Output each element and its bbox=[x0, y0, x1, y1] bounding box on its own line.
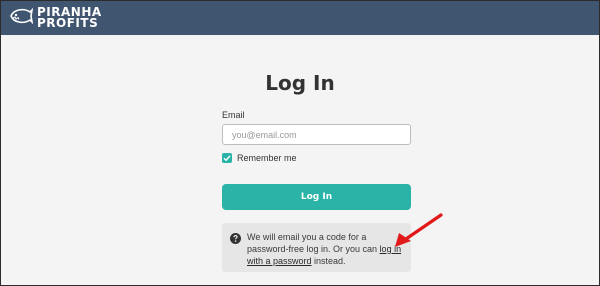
email-field[interactable] bbox=[222, 124, 411, 145]
info-message: We will email you a code for a password-… bbox=[247, 231, 403, 272]
brand-name: PIRANHA PROFITS bbox=[37, 5, 102, 30]
page-title: Log In bbox=[265, 71, 335, 95]
question-circle-icon bbox=[230, 231, 241, 272]
email-label: Email bbox=[222, 110, 245, 120]
top-navbar: PIRANHA PROFITS bbox=[1, 1, 599, 35]
piranha-fish-icon bbox=[9, 6, 34, 31]
red-arrow-icon bbox=[395, 213, 443, 247]
log-in-button[interactable]: Log In bbox=[222, 184, 411, 210]
passwordless-info-box: We will email you a code for a password-… bbox=[222, 223, 411, 272]
info-text-after: instead. bbox=[311, 256, 346, 266]
checkmark-icon[interactable] bbox=[222, 153, 232, 163]
brand-logo[interactable]: PIRANHA PROFITS bbox=[9, 6, 102, 31]
login-page: Log In Email Remember me Log In We will … bbox=[1, 35, 599, 285]
remember-me-checkbox[interactable]: Remember me bbox=[222, 153, 297, 163]
browser-frame: PIRANHA PROFITS Log In Email Remember me… bbox=[0, 0, 600, 286]
info-text-before: We will email you a code for a password-… bbox=[247, 232, 380, 254]
remember-me-label: Remember me bbox=[237, 153, 297, 163]
